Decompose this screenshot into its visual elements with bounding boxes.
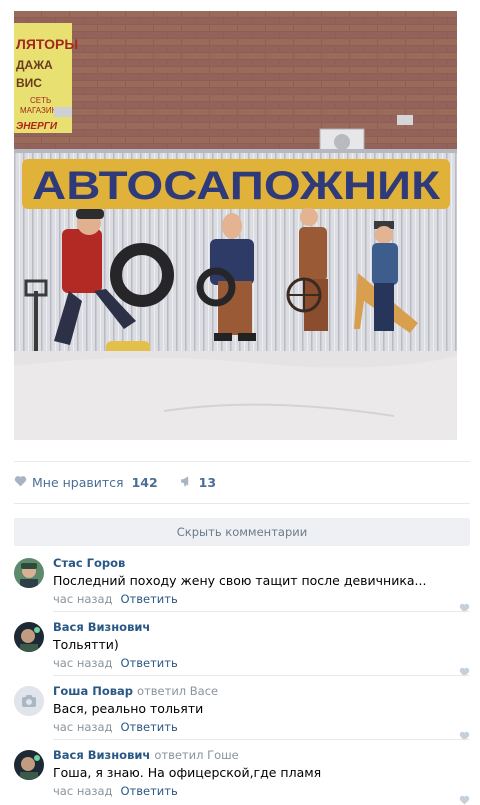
comment-text: Гоша, я знаю. На офицерской,где пламя [53,765,322,780]
hide-comments-label: Скрыть комментарии [176,525,308,539]
comment-author[interactable]: Стас Горов [53,556,470,571]
comment-author-line: Гоша Повар ответил Васе [53,684,470,699]
avatar[interactable] [14,686,44,716]
heart-icon [14,475,27,490]
separator [14,503,470,504]
avatar[interactable] [14,750,44,780]
sign-line-2: ДАЖА [16,58,53,72]
reply-button[interactable]: Ответить [121,784,178,798]
heart-icon [459,602,470,616]
comment-reply-to[interactable]: ответил Гоше [154,748,238,762]
sign-line-5: МАГАЗИН [20,106,58,115]
reply-button[interactable]: Ответить [121,656,178,670]
comment-like-button[interactable] [459,794,470,805]
like-button[interactable]: Мне нравится 142 [14,475,158,490]
share-count: 13 [198,474,217,490]
like-label: Мне нравится [32,474,124,490]
reply-button[interactable]: Ответить [121,592,178,606]
avatar[interactable] [14,622,44,652]
comment-like-button[interactable] [459,666,470,680]
heart-icon [459,666,470,680]
comment: Вася Визнович ответил Гоше Гоша, я знаю.… [14,748,470,805]
sign-line-1: ЛЯТОРЫ [16,36,78,52]
hide-comments-button[interactable]: Скрыть комментарии [14,518,470,546]
comment-text: Вася, реально тольяти [53,701,204,716]
like-count: 142 [131,474,158,490]
camera-icon [14,686,44,716]
comment-author[interactable]: Вася Визнович [53,620,470,635]
comment-text: Тольятти) [53,637,119,652]
megaphone-icon [180,475,194,490]
post-actions: Мне нравится 142 13 [14,470,238,494]
sign-line-4: СЕТЬ [30,96,51,105]
comment-author-line: Вася Визнович ответил Гоше [53,748,470,763]
heart-icon [459,794,470,805]
sign-line-3: ВИС [16,76,42,90]
comment-time[interactable]: час назад [53,592,113,606]
separator [53,675,470,676]
separator [53,739,470,740]
comment-time[interactable]: час назад [53,720,113,734]
sign-line-6: ЭНЕРГИ [16,121,58,132]
separator [53,611,470,612]
comment-time[interactable]: час назад [53,784,113,798]
comment-like-button[interactable] [459,602,470,616]
post-photo-illustration: ЛЯТОРЫ ДАЖА ВИС СЕТЬ МАГАЗИН ЭНЕРГИ АВТО… [14,11,457,440]
comment-time[interactable]: час назад [53,656,113,670]
comment-reply-to[interactable]: ответил Васе [137,684,218,698]
banner-text: АВТОСАПОЖНИК [32,164,441,208]
comment-like-button[interactable] [459,730,470,744]
comment-author[interactable]: Гоша Повар [53,684,133,698]
avatar[interactable] [14,558,44,588]
separator [14,461,470,462]
heart-icon [459,730,470,744]
share-button[interactable]: 13 [180,475,216,490]
reply-button[interactable]: Ответить [121,720,178,734]
comment-author[interactable]: Вася Визнович [53,748,150,762]
comment-text: Последний походу жену свою тащит после д… [53,573,427,588]
post-photo[interactable]: ЛЯТОРЫ ДАЖА ВИС СЕТЬ МАГАЗИН ЭНЕРГИ АВТО… [14,11,457,440]
